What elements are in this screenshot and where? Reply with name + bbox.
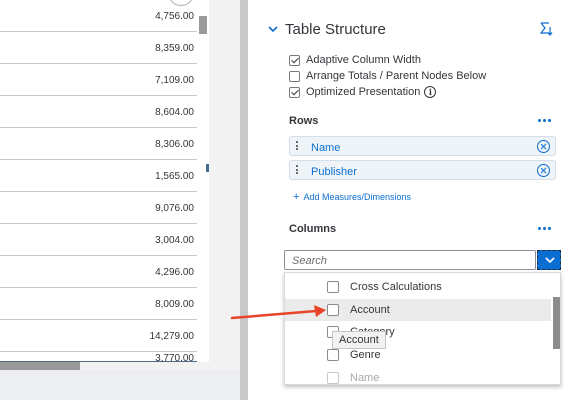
table-row[interactable]: 7,109.00	[0, 64, 197, 96]
table-panel[interactable]: 4,756.00 8,359.00 7,109.00 8,604.00 8,30…	[0, 0, 209, 364]
add-measures-dimensions-link[interactable]: + Add Measures/Dimensions	[293, 191, 411, 203]
option-label: Optimized Presentation	[306, 86, 421, 98]
table-row[interactable]: 8,306.00	[0, 128, 197, 160]
table-row[interactable]: 8,359.00	[0, 32, 197, 64]
remove-icon[interactable]	[537, 140, 550, 153]
sort-icon[interactable]	[538, 21, 554, 37]
info-icon[interactable]: i	[424, 86, 437, 98]
table-row[interactable]: 9,076.00	[0, 192, 197, 224]
table-cell-value: 1,565.00	[155, 171, 194, 182]
table-row[interactable]: 1,565.00	[0, 160, 197, 192]
table-row[interactable]: 14,279.00	[0, 320, 197, 352]
dimension-label[interactable]: Name	[311, 142, 340, 154]
annotation-arrow-icon	[230, 305, 326, 320]
table-cell-value: 3,770.00	[155, 353, 194, 364]
table-cell-value: 8,009.00	[155, 299, 194, 310]
checkbox[interactable]	[327, 281, 339, 293]
footer-strip	[0, 370, 240, 400]
drag-handle-icon[interactable]	[296, 141, 298, 151]
checkbox[interactable]	[289, 70, 300, 82]
dropdown-item-label: Name	[350, 372, 380, 384]
table-row[interactable]: 3,770.00	[0, 352, 197, 364]
table-row[interactable]: 3,004.00	[0, 224, 197, 256]
panel-divider[interactable]	[240, 0, 248, 400]
dropdown-item-label: Genre	[350, 349, 381, 361]
more-icon[interactable]	[538, 226, 552, 232]
dropdown-item-genre[interactable]: Genre	[285, 344, 551, 366]
columns-title: Columns	[289, 223, 337, 235]
table-row[interactable]: 8,604.00	[0, 96, 197, 128]
table-area: 4,756.00 8,359.00 7,109.00 8,604.00 8,30…	[0, 0, 240, 400]
table-row[interactable]: 4,756.00	[0, 0, 197, 32]
dropdown-list[interactable]: Cross Calculations Account Category Genr…	[284, 272, 561, 385]
chevron-down-icon[interactable]	[267, 23, 279, 35]
option-label: Adaptive Column Width	[306, 54, 421, 66]
dropdown-item-label: Cross Calculations	[350, 281, 442, 293]
dropdown-item-cross-calculations[interactable]: Cross Calculations	[285, 276, 551, 298]
add-link-label: Add Measures/Dimensions	[303, 192, 411, 202]
search-field[interactable]	[284, 250, 536, 270]
more-icon[interactable]	[538, 118, 552, 124]
dimension-label[interactable]: Publisher	[311, 166, 357, 178]
search-input[interactable]	[285, 252, 535, 270]
rows-title: Rows	[289, 115, 319, 127]
remove-icon[interactable]	[537, 164, 550, 177]
builder-panel: Table Structure Adaptive Column Width Ar…	[248, 0, 588, 400]
section-title[interactable]: Table Structure	[285, 21, 386, 38]
dropdown-item-name[interactable]: Name	[285, 367, 551, 384]
row-dimension-publisher[interactable]: Publisher	[289, 160, 556, 180]
vertical-scrollbar-track[interactable]	[197, 0, 209, 362]
option-adaptive-column-width[interactable]: Adaptive Column Width	[289, 53, 421, 67]
table-cell-value: 9,076.00	[155, 203, 194, 214]
table-row[interactable]: 8,009.00	[0, 288, 197, 320]
drag-handle-icon[interactable]	[296, 165, 298, 175]
checkbox[interactable]	[289, 54, 300, 66]
option-label: Arrange Totals / Parent Nodes Below	[306, 70, 487, 82]
table-cell-value: 8,359.00	[155, 43, 194, 54]
table-cell-value: 8,306.00	[155, 139, 194, 150]
option-arrange-totals[interactable]: Arrange Totals / Parent Nodes Below	[289, 69, 486, 83]
plus-icon: +	[293, 191, 300, 203]
table-row[interactable]: 4,296.00	[0, 256, 197, 288]
dropdown-scrollbar[interactable]	[553, 297, 560, 349]
horizontal-scrollbar-thumb[interactable]	[0, 362, 80, 370]
dropdown-chevron-icon	[545, 257, 555, 264]
checkbox[interactable]	[327, 349, 339, 361]
table-cell-value: 3,004.00	[155, 235, 194, 246]
option-optimized-presentation[interactable]: Optimized Presentation i	[289, 85, 437, 99]
table-cell-value: 8,604.00	[155, 107, 194, 118]
dropdown-button[interactable]	[537, 250, 561, 270]
tooltip: Account	[332, 331, 386, 349]
table-cell-value: 4,296.00	[155, 267, 194, 278]
checkbox[interactable]	[289, 86, 300, 98]
resize-handle[interactable]	[206, 164, 209, 172]
table-cell-value: 14,279.00	[149, 331, 195, 342]
table-cell-value: 7,109.00	[155, 75, 194, 86]
row-dimension-name[interactable]: Name	[289, 136, 556, 156]
dropdown-item-label: Account	[350, 304, 390, 316]
checkbox[interactable]	[327, 372, 339, 384]
vertical-scrollbar-thumb[interactable]	[199, 16, 207, 34]
table-cell-value: 4,756.00	[155, 11, 194, 22]
